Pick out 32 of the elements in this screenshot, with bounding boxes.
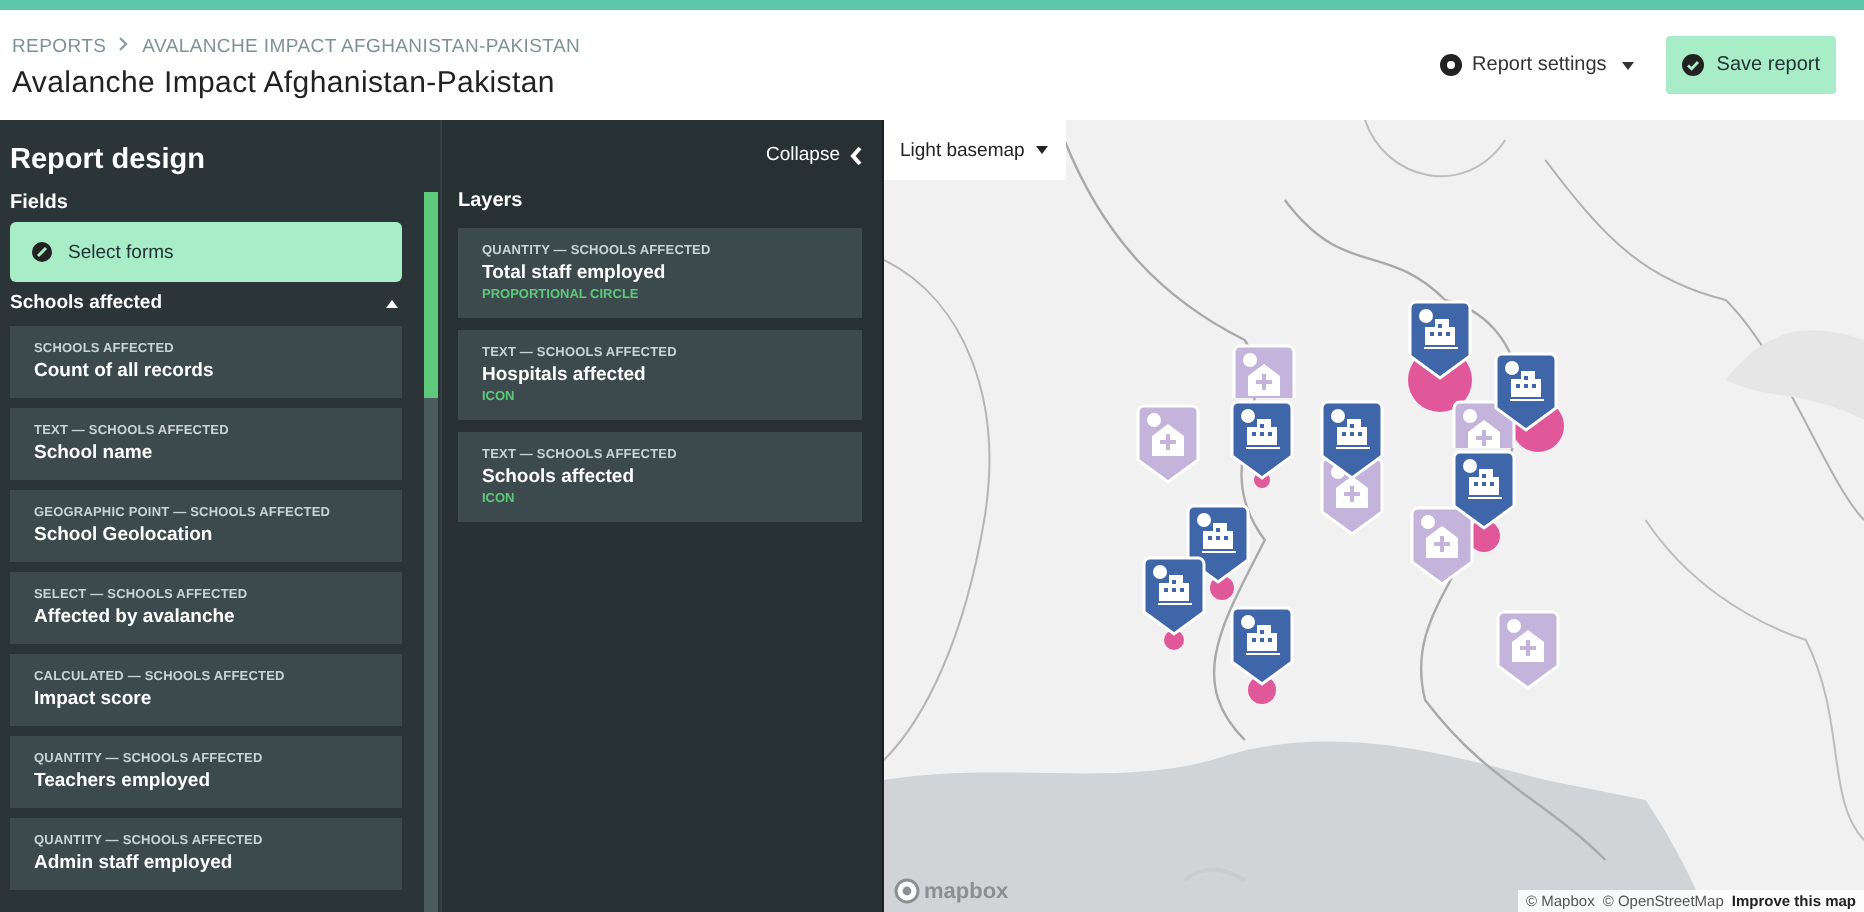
hospital-marker[interactable]: [1232, 344, 1296, 398]
save-report-button[interactable]: Save report: [1666, 36, 1836, 94]
caret-icon: [1622, 61, 1635, 69]
hospital-marker[interactable]: [1452, 400, 1516, 448]
select-forms-button[interactable]: Select forms: [10, 222, 402, 282]
field-name: Teachers employed: [34, 770, 213, 792]
field-name: Affected by avalanche: [34, 606, 237, 628]
field-name: School Geolocation: [34, 524, 215, 546]
layer-name: Hospitals affected: [482, 364, 648, 386]
scrollbar[interactable]: [424, 192, 438, 912]
logo-icon: [894, 878, 920, 904]
field-name: Admin staff employed: [34, 852, 235, 874]
chevron-icon: [850, 145, 862, 165]
check-icon: [1682, 54, 1705, 76]
page-title: Avalanche Impact Afghanistan-Pakistan: [12, 65, 557, 99]
caret-icon: [386, 299, 398, 307]
caret-icon: [1036, 146, 1049, 154]
field-name: School name: [34, 442, 155, 464]
report-settings-button[interactable]: Report settings: [1432, 46, 1643, 84]
collapse-button[interactable]: Collapse: [766, 144, 862, 166]
logo-text: mapbox: [924, 879, 1009, 903]
field-name: Impact score: [34, 688, 154, 710]
layer-name: Total staff employed: [482, 262, 668, 284]
form-section-header[interactable]: Schools affected: [10, 282, 402, 320]
field-name: Count of all records: [34, 360, 216, 382]
section-label: Fields: [10, 192, 70, 214]
chevron-icon: [118, 36, 131, 56]
layer-name: Schools affected: [482, 466, 637, 488]
section-label: Layers: [458, 190, 525, 212]
settings-icon: [1440, 54, 1463, 76]
basemap-dropdown[interactable]: Light basemap: [884, 120, 1067, 180]
panel-title: Report design: [10, 144, 207, 176]
